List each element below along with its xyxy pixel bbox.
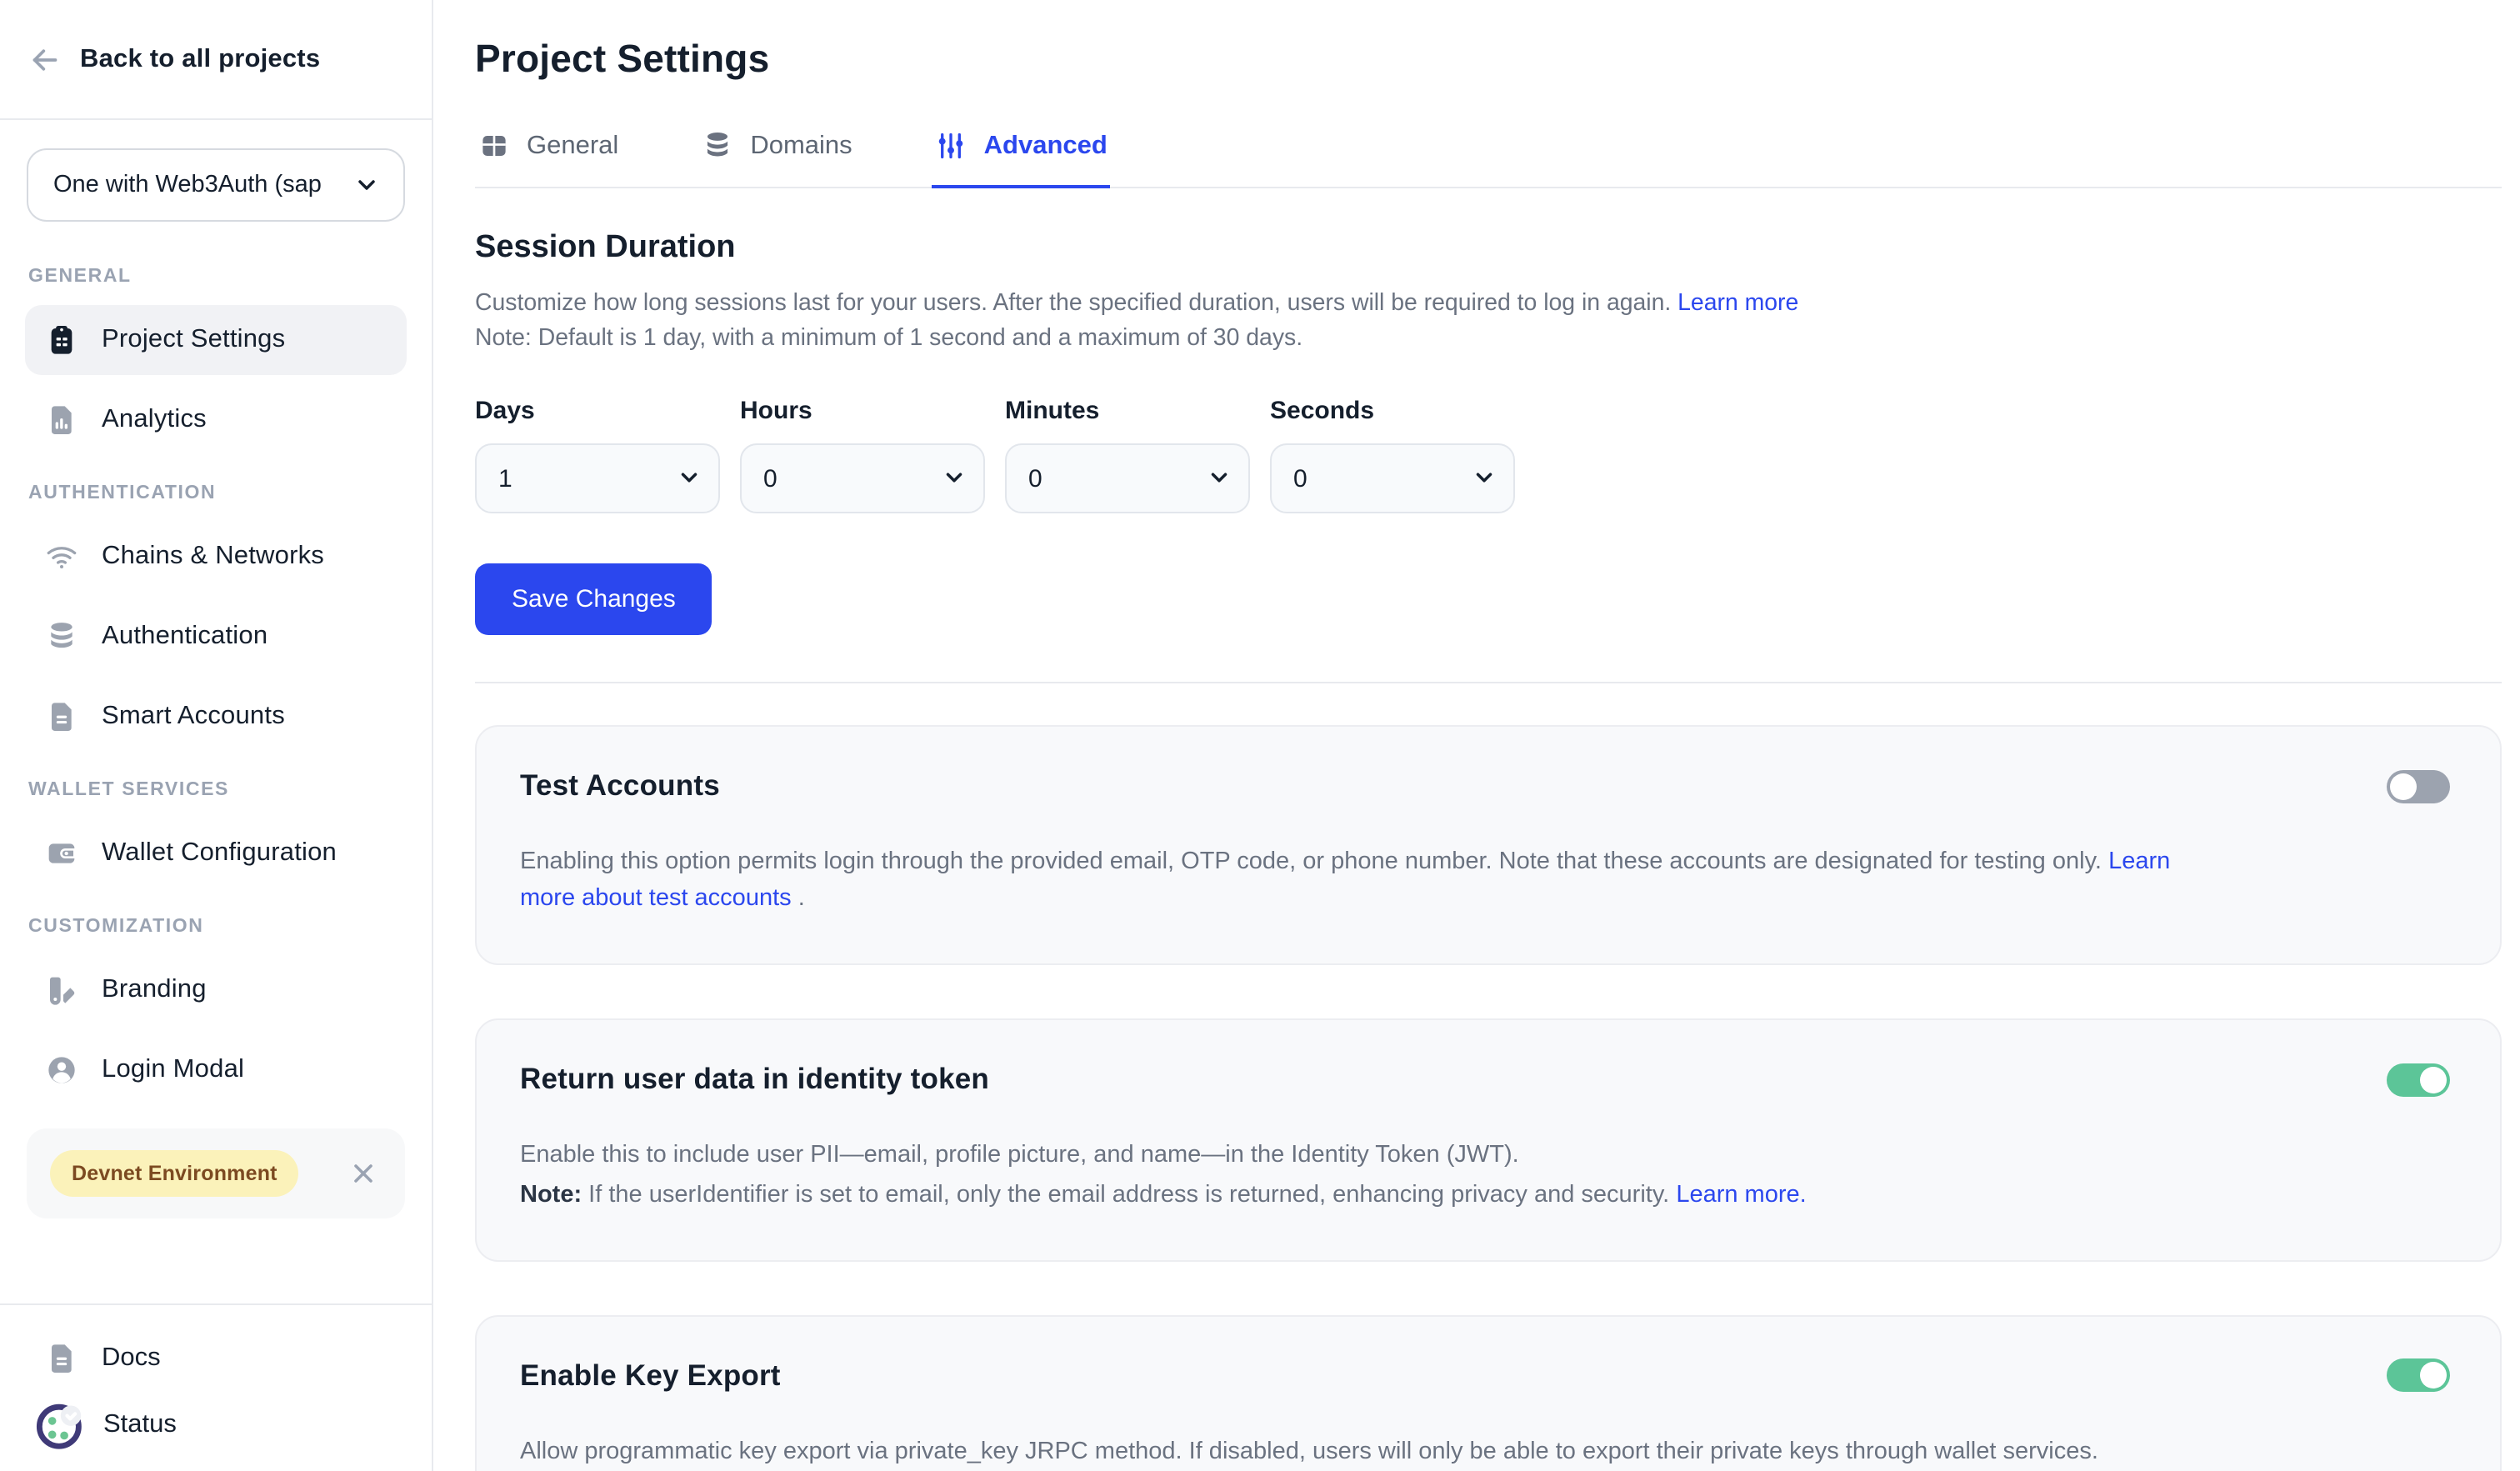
- sidebar-item-label: Login Modal: [102, 1055, 244, 1085]
- paint-swatch-icon: [45, 973, 78, 1007]
- card-title: Return user data in identity token: [520, 1062, 989, 1097]
- cookie-status-icon: [32, 1396, 88, 1453]
- identity-token-toggle[interactable]: [2387, 1063, 2450, 1096]
- card-title: Enable Key Export: [520, 1358, 781, 1393]
- sidebar-item-status[interactable]: Status: [25, 1391, 407, 1458]
- document-icon: [45, 700, 78, 733]
- sidebar-item-login-modal[interactable]: Login Modal: [25, 1035, 407, 1105]
- section-label-authentication: AUTHENTICATION: [28, 483, 403, 503]
- hours-label: Hours: [740, 397, 985, 425]
- tab-label: General: [527, 131, 618, 161]
- sidebar-item-analytics[interactable]: Analytics: [25, 385, 407, 455]
- sidebar-footer: Docs Status: [0, 1303, 432, 1471]
- identity-token-card: Return user data in identity token Enabl…: [475, 1018, 2502, 1262]
- sidebar-item-label: Chains & Networks: [102, 542, 324, 572]
- section-title: Session Duration: [475, 230, 2502, 267]
- session-duration-section: Session Duration Customize how long sess…: [475, 188, 2502, 635]
- user-circle-icon: [45, 1053, 78, 1087]
- sidebar-item-authentication[interactable]: Authentication: [25, 602, 407, 672]
- session-description: Customize how long sessions last for you…: [475, 290, 1671, 317]
- environment-badge: Devnet Environment: [50, 1150, 299, 1197]
- clipboard-icon: [45, 323, 78, 357]
- database-icon: [702, 130, 733, 162]
- wifi-icon: [45, 540, 78, 573]
- sidebar-item-docs[interactable]: Docs: [25, 1324, 407, 1391]
- seconds-select[interactable]: 0: [1270, 443, 1515, 513]
- main-content: Project Settings General Domains: [433, 0, 2520, 1471]
- note-text: Default is 1 day, with a minimum of 1 se…: [532, 325, 1302, 352]
- test-accounts-card: Test Accounts Enabling this option permi…: [475, 725, 2502, 965]
- minutes-label: Minutes: [1005, 397, 1250, 425]
- project-selector[interactable]: One with Web3Auth (sap: [27, 148, 405, 222]
- save-changes-button[interactable]: Save Changes: [475, 563, 712, 635]
- analytics-icon: [45, 403, 78, 437]
- learn-more-link[interactable]: Learn more: [1678, 290, 1798, 317]
- toggle-knob: [2420, 1066, 2447, 1093]
- link-suffix: .: [792, 884, 805, 911]
- card-description: Enable this to include user PII—email, p…: [520, 1142, 1519, 1168]
- sidebar-item-project-settings[interactable]: Project Settings: [25, 305, 407, 375]
- card-description: Allow programmatic key export via privat…: [520, 1438, 2098, 1465]
- duration-fields: Days 1 Hours 0 Minutes 0: [475, 397, 2502, 513]
- wallet-icon: [45, 837, 78, 870]
- page-title: Project Settings: [475, 37, 2502, 82]
- back-to-projects[interactable]: Back to all projects: [0, 0, 432, 120]
- sidebar-item-label: Branding: [102, 975, 207, 1005]
- close-icon: [348, 1158, 378, 1188]
- tab-advanced[interactable]: Advanced: [932, 127, 1111, 188]
- sidebar-item-label: Status: [103, 1409, 177, 1439]
- sidebar-item-label: Authentication: [102, 622, 268, 652]
- days-select[interactable]: 1: [475, 443, 720, 513]
- toggle-knob: [2390, 773, 2417, 799]
- tab-general[interactable]: General: [475, 127, 622, 188]
- minutes-select[interactable]: 0: [1005, 443, 1250, 513]
- note-label: Note:: [475, 325, 532, 352]
- card-description: Enabling this option permits login throu…: [520, 848, 2102, 875]
- hours-select[interactable]: 0: [740, 443, 985, 513]
- section-label-wallet-services: WALLET SERVICES: [28, 780, 403, 800]
- tab-bar: General Domains Advanced: [475, 127, 2502, 188]
- note-label: Note:: [520, 1181, 582, 1208]
- sidebar-nav: GENERAL Project Settings: [0, 232, 432, 1218]
- chevron-down-icon: [353, 172, 380, 198]
- toggle-knob: [2420, 1363, 2447, 1389]
- sidebar-item-smart-accounts[interactable]: Smart Accounts: [25, 682, 407, 752]
- sidebar-item-label: Analytics: [102, 405, 207, 435]
- tab-label: Domains: [750, 131, 852, 161]
- document-icon: [45, 1341, 78, 1374]
- sliders-icon: [936, 130, 968, 162]
- table-grid-icon: [478, 130, 510, 162]
- key-export-toggle[interactable]: [2387, 1359, 2450, 1393]
- sidebar-item-branding[interactable]: Branding: [25, 955, 407, 1025]
- sidebar: Back to all projects One with Web3Auth (…: [0, 0, 433, 1471]
- note-text: If the userIdentifier is set to email, o…: [582, 1181, 1676, 1208]
- section-label-customization: CUSTOMIZATION: [28, 917, 403, 937]
- tab-label: Advanced: [984, 131, 1108, 161]
- sidebar-item-wallet-configuration[interactable]: Wallet Configuration: [25, 818, 407, 888]
- app-window: Back to all projects One with Web3Auth (…: [0, 0, 2520, 1471]
- sidebar-item-chains-networks[interactable]: Chains & Networks: [25, 522, 407, 592]
- days-label: Days: [475, 397, 720, 425]
- card-title: Test Accounts: [520, 768, 720, 803]
- section-divider: [475, 682, 2502, 683]
- test-accounts-toggle[interactable]: [2387, 769, 2450, 803]
- project-selector-value: One with Web3Auth (sap: [53, 172, 322, 198]
- close-environment-button[interactable]: [345, 1155, 382, 1192]
- seconds-label: Seconds: [1270, 397, 1515, 425]
- sidebar-item-label: Wallet Configuration: [102, 838, 337, 868]
- back-label: Back to all projects: [80, 44, 320, 74]
- section-label-general: GENERAL: [28, 267, 403, 287]
- environment-card: Devnet Environment: [27, 1128, 405, 1218]
- key-export-card: Enable Key Export Allow programmatic key…: [475, 1315, 2502, 1471]
- sidebar-item-label: Docs: [102, 1343, 161, 1373]
- sidebar-item-label: Smart Accounts: [102, 702, 285, 732]
- sidebar-item-label: Project Settings: [102, 325, 285, 355]
- database-icon: [45, 620, 78, 653]
- arrow-left-icon: [28, 43, 62, 76]
- tab-domains[interactable]: Domains: [698, 127, 855, 188]
- learn-more-identity-link[interactable]: Learn more.: [1676, 1181, 1806, 1208]
